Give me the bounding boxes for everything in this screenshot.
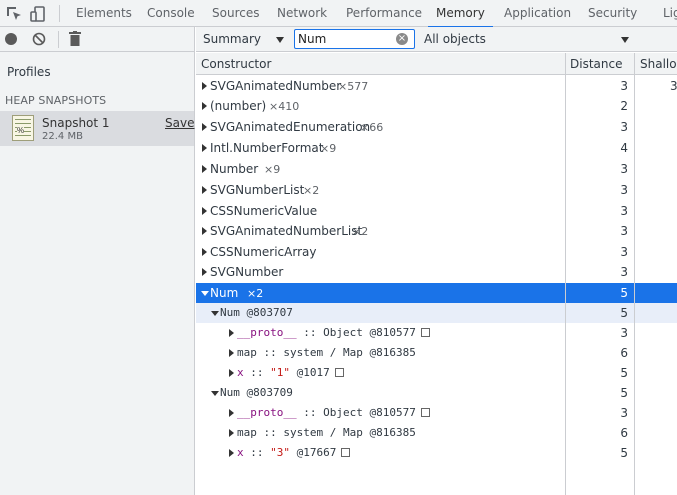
collapse-triangle-icon[interactable] bbox=[211, 391, 219, 396]
instance-row[interactable]: Num @803709 5 bbox=[196, 383, 677, 403]
tab-elements[interactable]: Elements bbox=[76, 0, 132, 27]
table-row[interactable]: Intl.NumberFormat ×9 4 bbox=[196, 138, 677, 158]
table-row[interactable]: SVGAnimatedNumberList ×2 3 bbox=[196, 221, 677, 241]
objects-select[interactable]: All objects bbox=[424, 32, 486, 46]
class-filter-input[interactable] bbox=[298, 31, 394, 47]
chevron-down-icon[interactable] bbox=[621, 37, 629, 43]
collapse-triangle-icon[interactable] bbox=[201, 291, 209, 296]
property-row[interactable]: map :: system / Map @816385 6 bbox=[196, 423, 677, 443]
column-shallow[interactable]: Shallow bbox=[640, 57, 677, 71]
expand-triangle-icon[interactable] bbox=[202, 165, 207, 173]
reveal-icon[interactable] bbox=[420, 408, 430, 417]
reveal-icon[interactable] bbox=[334, 368, 344, 377]
snapshot-icon: % bbox=[12, 115, 34, 141]
expand-triangle-icon[interactable] bbox=[202, 123, 207, 131]
snapshot-name: Snapshot 1 bbox=[42, 116, 110, 130]
expand-triangle-icon[interactable] bbox=[202, 82, 207, 90]
grid-header: Constructor Distance Shallow bbox=[196, 53, 677, 75]
tab-console[interactable]: Console bbox=[147, 0, 195, 27]
reveal-icon[interactable] bbox=[420, 328, 430, 337]
table-row[interactable]: SVGAnimatedNumber ×577 3 3 bbox=[196, 76, 677, 96]
expand-triangle-icon[interactable] bbox=[229, 449, 234, 457]
tab-performance[interactable]: Performance bbox=[346, 0, 422, 27]
expand-triangle-icon[interactable] bbox=[202, 268, 207, 276]
tab-application[interactable]: Application bbox=[504, 0, 571, 27]
property-row[interactable]: x :: "3" @17667 5 bbox=[196, 443, 677, 463]
table-row[interactable]: Number ×9 3 bbox=[196, 159, 677, 179]
inspect-element-icon[interactable] bbox=[5, 5, 23, 23]
selected-table-row[interactable]: Num ×2 5 bbox=[196, 283, 677, 303]
tab-lighthouse[interactable]: Lig bbox=[663, 0, 677, 27]
reveal-icon[interactable] bbox=[341, 448, 351, 457]
table-row[interactable]: SVGNumber 3 bbox=[196, 262, 677, 282]
expand-triangle-icon[interactable] bbox=[229, 329, 234, 337]
expand-triangle-icon[interactable] bbox=[202, 102, 207, 110]
column-distance[interactable]: Distance bbox=[570, 57, 622, 71]
tab-sources[interactable]: Sources bbox=[212, 0, 259, 27]
class-filter-field[interactable]: × bbox=[294, 29, 415, 49]
expand-triangle-icon[interactable] bbox=[202, 207, 207, 215]
clear-all-icon[interactable] bbox=[32, 32, 46, 46]
table-row[interactable]: CSSNumericArray 3 bbox=[196, 242, 677, 262]
column-divider[interactable] bbox=[565, 53, 566, 495]
device-toolbar-icon[interactable] bbox=[29, 5, 47, 23]
heap-snapshot-grid: Constructor Distance Shallow SVGAnimated… bbox=[196, 53, 677, 495]
expand-triangle-icon[interactable] bbox=[229, 369, 234, 377]
chevron-down-icon[interactable] bbox=[276, 37, 284, 43]
expand-triangle-icon[interactable] bbox=[229, 429, 234, 437]
profiles-sidebar: Profiles HEAP SNAPSHOTS % Snapshot 1 22.… bbox=[0, 27, 195, 495]
devtools-tab-bar: Elements Console Sources Network Perform… bbox=[0, 0, 677, 28]
table-row[interactable]: (number) ×410 2 bbox=[196, 96, 677, 116]
property-row[interactable]: __proto__ :: Object @810577 3 bbox=[196, 323, 677, 343]
toolbar-divider bbox=[59, 5, 60, 22]
expand-triangle-icon[interactable] bbox=[229, 349, 234, 357]
perspective-select[interactable]: Summary bbox=[203, 32, 261, 46]
property-row[interactable]: map :: system / Map @816385 6 bbox=[196, 343, 677, 363]
trash-icon[interactable] bbox=[69, 31, 81, 46]
expand-triangle-icon[interactable] bbox=[202, 248, 207, 256]
toolbar-divider bbox=[58, 31, 59, 48]
expand-triangle-icon[interactable] bbox=[229, 409, 234, 417]
profiles-heading: Profiles bbox=[7, 65, 51, 79]
save-link[interactable]: Save bbox=[165, 116, 194, 130]
snapshot-size: 22.4 MB bbox=[42, 131, 83, 142]
expand-triangle-icon[interactable] bbox=[202, 186, 207, 194]
column-constructor[interactable]: Constructor bbox=[201, 57, 271, 71]
property-row[interactable]: __proto__ :: Object @810577 3 bbox=[196, 403, 677, 423]
property-row[interactable]: x :: "1" @1017 5 bbox=[196, 363, 677, 383]
table-row[interactable]: CSSNumericValue 3 bbox=[196, 201, 677, 221]
heap-snapshots-heading: HEAP SNAPSHOTS bbox=[5, 94, 107, 107]
heap-view-toolbar: Summary × All objects bbox=[196, 27, 677, 52]
collapse-triangle-icon[interactable] bbox=[211, 311, 219, 316]
table-row[interactable]: SVGNumberList ×2 3 bbox=[196, 180, 677, 200]
expand-triangle-icon[interactable] bbox=[202, 227, 207, 235]
record-icon[interactable] bbox=[5, 33, 17, 45]
tab-memory[interactable]: Memory bbox=[428, 0, 493, 28]
expand-triangle-icon[interactable] bbox=[202, 144, 207, 152]
profiles-toolbar bbox=[0, 27, 195, 52]
table-row[interactable]: SVGAnimatedEnumeration ×66 3 bbox=[196, 117, 677, 137]
snapshot-item[interactable]: % Snapshot 1 22.4 MB Save bbox=[0, 111, 194, 146]
clear-filter-icon[interactable]: × bbox=[396, 33, 408, 45]
column-divider[interactable] bbox=[634, 53, 635, 495]
instance-row[interactable]: Num @803707 5 bbox=[196, 303, 677, 323]
tab-network[interactable]: Network bbox=[277, 0, 327, 27]
tab-security[interactable]: Security bbox=[588, 0, 637, 27]
